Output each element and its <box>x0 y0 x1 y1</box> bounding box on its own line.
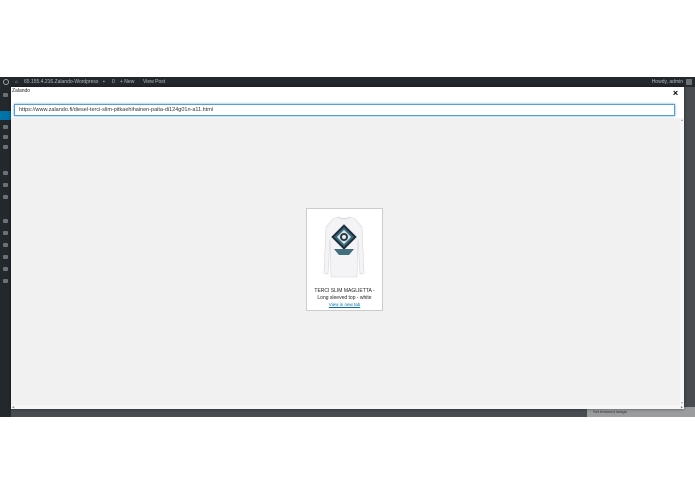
horizontal-scrollbar[interactable]: ◀ ▶ <box>11 405 684 409</box>
site-name-link[interactable]: 65.155.4.216.Zalando-Wordpress <box>24 77 98 87</box>
posts-subitem-1[interactable] <box>3 125 8 129</box>
url-input[interactable] <box>14 104 675 116</box>
new-content-link[interactable]: + New <box>120 77 134 87</box>
comments-icon[interactable]: ▪ <box>103 77 105 87</box>
appearance-icon[interactable] <box>3 219 8 223</box>
scroll-up-icon[interactable]: ▲ <box>680 118 684 122</box>
pages-icon[interactable] <box>3 183 8 187</box>
home-icon[interactable]: ⌂ <box>15 77 18 87</box>
wordpress-logo-icon[interactable] <box>3 79 9 85</box>
product-card[interactable]: TERCI SLIM MAGLIETTA - Long sleeved top … <box>306 208 383 311</box>
admin-menu <box>0 87 11 417</box>
settings-icon[interactable] <box>3 267 8 271</box>
modal-body: TERCI SLIM MAGLIETTA - Long sleeved top … <box>11 118 684 409</box>
users-icon[interactable] <box>3 243 8 247</box>
set-featured-image-link[interactable]: Set featured image <box>593 409 627 414</box>
tools-icon[interactable] <box>3 255 8 259</box>
posts-icon[interactable] <box>0 111 11 120</box>
dashboard-icon[interactable] <box>3 93 8 97</box>
comments-menu-icon[interactable] <box>3 195 8 199</box>
product-title-line-1: TERCI SLIM MAGLIETTA - <box>314 288 375 294</box>
close-button[interactable]: × <box>671 89 680 98</box>
view-in-new-tab-link[interactable]: View in new tab <box>307 302 382 307</box>
product-image[interactable] <box>307 209 382 287</box>
plugins-icon[interactable] <box>3 231 8 235</box>
avatar[interactable] <box>686 79 692 85</box>
updates-icon[interactable]: 0 <box>112 77 115 87</box>
vertical-scrollbar[interactable]: ▲ ▼ <box>680 118 684 405</box>
product-title-line-2: Long sleeved top - white <box>317 294 372 301</box>
scroll-left-icon[interactable]: ◀ <box>11 405 15 409</box>
admin-bar: ⌂ 65.155.4.216.Zalando-Wordpress ▪ 0 + N… <box>0 77 695 87</box>
posts-subitem-3[interactable] <box>3 145 8 149</box>
media-icon[interactable] <box>3 171 8 175</box>
product-title: TERCI SLIM MAGLIETTA - Long sleeved top … <box>307 288 382 301</box>
posts-subitem-2[interactable] <box>3 135 8 139</box>
collapse-icon[interactable] <box>3 279 8 283</box>
zalando-modal: Zalando × https://www.zalando.fi/diesel-… <box>11 87 684 409</box>
view-post-link[interactable]: View Post <box>143 77 165 87</box>
modal-title: Zalando <box>12 88 31 94</box>
scroll-right-icon[interactable]: ▶ <box>680 405 684 409</box>
howdy-user-link[interactable]: Howdy, admin <box>652 77 683 87</box>
screen: ⌂ 65.155.4.216.Zalando-Wordpress ▪ 0 + N… <box>0 77 695 417</box>
